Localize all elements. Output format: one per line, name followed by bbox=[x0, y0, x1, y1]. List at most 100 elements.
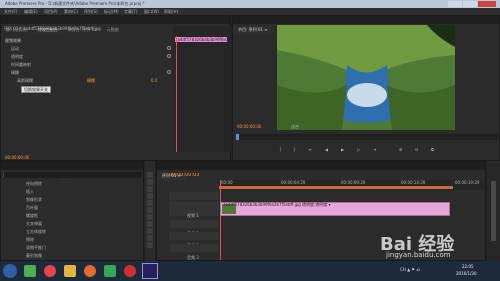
reset-icon[interactable] bbox=[167, 54, 171, 58]
list-item[interactable]: 交叉伸展 bbox=[4, 220, 142, 228]
video-preview bbox=[277, 25, 455, 130]
minimize-button[interactable] bbox=[448, 1, 462, 7]
folder-icon[interactable] bbox=[64, 265, 76, 277]
step-back-button[interactable]: ◀ bbox=[325, 147, 328, 152]
tab-program[interactable]: 节目: 序列 01 ≡ bbox=[233, 26, 273, 34]
menu-help[interactable]: 帮助(H) bbox=[164, 9, 178, 14]
rolling-edit-tool-icon[interactable] bbox=[147, 193, 153, 199]
scrollbar-thumb[interactable] bbox=[491, 181, 496, 241]
zoom-tool-icon[interactable] bbox=[147, 242, 153, 248]
ruler-tick-label: 00:00:09:29 bbox=[341, 180, 366, 185]
extract-button[interactable]: ⊟ bbox=[415, 147, 418, 152]
effects-search[interactable] bbox=[4, 172, 142, 178]
track-header-video-1[interactable]: 视频 1 bbox=[169, 202, 219, 218]
work-area-bar[interactable] bbox=[219, 186, 453, 189]
program-monitor-tabbar: 节目: 序列 01 ≡ bbox=[233, 16, 499, 34]
effect-controls-tabbar: 源: (无素材) 特效控制台 调音台: 序列 01 元数据 bbox=[1, 16, 230, 34]
slip-tool-icon[interactable] bbox=[147, 214, 153, 220]
pen-tool-icon[interactable] bbox=[147, 228, 153, 234]
list-item[interactable]: 擦除 bbox=[4, 236, 142, 244]
effect-sub-value: 模糊 bbox=[87, 78, 95, 83]
list-item[interactable]: 立方体旋转 bbox=[4, 228, 142, 236]
track-header-audio-2[interactable]: 音频 2 bbox=[169, 232, 219, 248]
scrubber-handle[interactable] bbox=[236, 134, 239, 140]
program-timecode[interactable]: 00:00:00:00 bbox=[237, 124, 261, 129]
clip-label: 1a4df578326b3b3b99f6e2b7f5ebff.jpg 透明度:透… bbox=[223, 202, 331, 207]
effect-sub-row[interactable]: 高斯模糊 bbox=[17, 78, 33, 83]
track-header-audio-1[interactable]: 音频 1 bbox=[169, 220, 219, 236]
premiere-icon[interactable] bbox=[142, 263, 158, 279]
window-title: Adobe Premiere Pro - D:\新建文件夹\Adobe Prem… bbox=[5, 1, 145, 6]
track-header-audio-3[interactable]: 音频 3 bbox=[169, 244, 219, 260]
list-item[interactable]: 径向擦除 bbox=[4, 180, 142, 188]
reset-icon[interactable] bbox=[167, 46, 171, 50]
project-panel: 项目: 未命名媒体浏览信息效果标记历史 径向擦除 插入 划像形状 百叶窗 螺旋框… bbox=[0, 161, 144, 261]
effect-row-opacity[interactable]: 透明度 bbox=[11, 54, 23, 59]
effects-list: 径向擦除 插入 划像形状 百叶窗 螺旋框 交叉伸展 立方体旋转 擦除 双侧平推门… bbox=[4, 180, 142, 260]
title-bar: Adobe Premiere Pro - D:\新建文件夹\Adobe Prem… bbox=[0, 0, 500, 8]
rate-stretch-tool-icon[interactable] bbox=[147, 200, 153, 206]
menu-marker[interactable]: 标记(M) bbox=[104, 9, 119, 14]
video-effects-heading: 视频效果 bbox=[5, 38, 21, 43]
track-select-tool-icon[interactable] bbox=[147, 179, 153, 185]
maximize-button[interactable] bbox=[463, 1, 477, 7]
menu-bar: 文件(F) 编辑(E) 项目(P) 素材(C) 序列(S) 标记(M) 字幕(T… bbox=[0, 8, 500, 15]
effect-value[interactable]: 0.0 bbox=[151, 78, 157, 83]
baidu-watermark-url: jingyan.baidu.com bbox=[386, 251, 451, 259]
hand-tool-icon[interactable] bbox=[147, 235, 153, 241]
list-item[interactable]: 插入 bbox=[4, 188, 142, 196]
menu-clip[interactable]: 素材(C) bbox=[64, 9, 78, 14]
go-to-in-button[interactable]: ⇤ bbox=[309, 147, 312, 152]
export-frame-button[interactable]: ⧉ bbox=[431, 147, 434, 152]
list-item[interactable]: 双侧平推门 bbox=[4, 244, 142, 252]
mark-in-button[interactable]: { bbox=[279, 147, 282, 152]
vertical-scrollbar[interactable] bbox=[487, 161, 500, 261]
timeline-timecode[interactable]: 00:00:00:03 bbox=[169, 173, 200, 178]
taskbar-app-icon[interactable] bbox=[104, 265, 116, 277]
list-item[interactable]: 螺旋框 bbox=[4, 212, 142, 220]
timeline-ruler[interactable]: 00:00 00:00:04:29 00:00:09:29 00:00:14:2… bbox=[219, 180, 485, 190]
menu-file[interactable]: 文件(F) bbox=[4, 9, 17, 14]
menu-window[interactable]: 窗口(W) bbox=[144, 9, 159, 14]
list-item[interactable]: 百叶窗 bbox=[4, 204, 142, 212]
project-tabbar: 项目: 未命名媒体浏览信息效果标记历史 bbox=[1, 162, 143, 180]
selection-tool-icon[interactable] bbox=[147, 172, 153, 178]
playhead-line bbox=[176, 36, 177, 152]
track-name: 音频 3 bbox=[187, 255, 199, 260]
toggle-effect-tooltip: 切换效果开关 bbox=[21, 86, 51, 93]
menu-title[interactable]: 字幕(T) bbox=[124, 9, 138, 14]
effect-row-blur[interactable]: 模糊 bbox=[11, 70, 19, 75]
menu-edit[interactable]: 编辑(E) bbox=[24, 9, 38, 14]
close-button[interactable] bbox=[478, 1, 496, 7]
video-clip[interactable]: 1a4df578326b3b3b99f6e2b7f5ebff.jpg 透明度:透… bbox=[220, 202, 450, 216]
mark-out-button[interactable]: } bbox=[293, 147, 296, 152]
effect-row-motion[interactable]: 运动 bbox=[11, 46, 19, 51]
taskbar-app-icon[interactable] bbox=[44, 265, 56, 277]
track-header-video-2[interactable]: 视频 2 bbox=[169, 192, 219, 208]
tab-metadata[interactable]: 元数据 bbox=[102, 26, 124, 34]
transport-controls: { } ⇤ ◀ ▶ ▷ ⇥ ⊞ ⊟ ⧉ bbox=[279, 147, 455, 155]
go-to-out-button[interactable]: ⇥ bbox=[373, 147, 376, 152]
track-name: 视频 1 bbox=[187, 213, 199, 218]
lift-button[interactable]: ⊞ bbox=[399, 147, 402, 152]
slide-tool-icon[interactable] bbox=[147, 221, 153, 227]
play-button[interactable]: ▶ bbox=[341, 147, 344, 152]
reset-icon[interactable] bbox=[167, 70, 171, 74]
effect-row-time-remap[interactable]: 时间重映射 bbox=[11, 62, 31, 67]
step-forward-button[interactable]: ▷ bbox=[357, 147, 360, 152]
program-fit-select[interactable]: 适合 bbox=[291, 124, 299, 129]
program-scrubber[interactable] bbox=[236, 134, 498, 140]
menu-project[interactable]: 项目(P) bbox=[44, 9, 58, 14]
timeline-playhead[interactable] bbox=[220, 180, 221, 260]
firefox-icon[interactable] bbox=[84, 265, 96, 277]
record-icon[interactable] bbox=[124, 265, 136, 277]
taskbar-app-icon[interactable] bbox=[24, 265, 36, 277]
razor-tool-icon[interactable] bbox=[147, 207, 153, 213]
ripple-edit-tool-icon[interactable] bbox=[147, 186, 153, 192]
menu-sequence[interactable]: 序列(S) bbox=[84, 9, 98, 14]
start-button-icon[interactable] bbox=[3, 264, 17, 278]
list-item[interactable]: 划像形状 bbox=[4, 196, 142, 204]
system-tray[interactable]: CH ▲ ⚑ ◂) bbox=[400, 267, 420, 272]
list-item[interactable]: 菱形划像 bbox=[4, 252, 142, 260]
clip-badge: 1a4df578326b3b3b99f6e2b7f5ebff.jpg bbox=[175, 37, 227, 42]
